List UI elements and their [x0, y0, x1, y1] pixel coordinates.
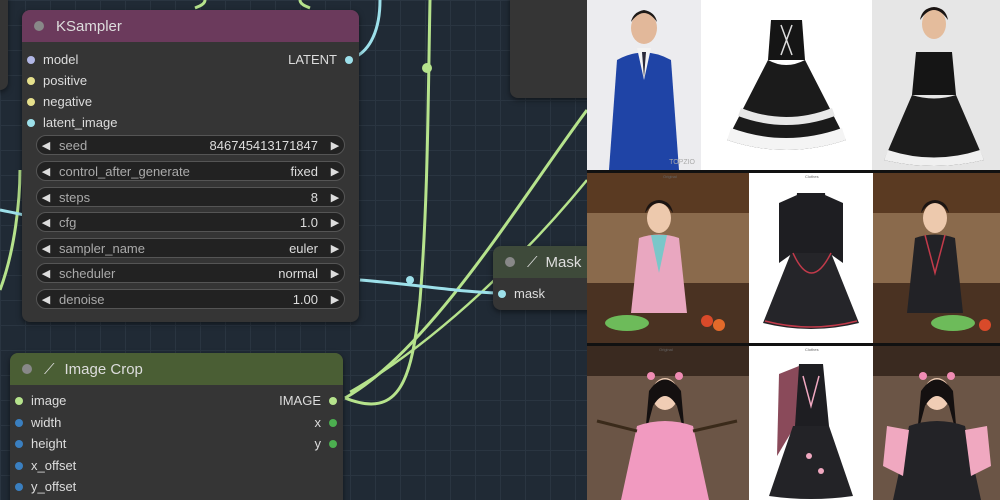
photo-lolita-dress [701, 0, 872, 170]
partial-node-left[interactable] [0, 0, 8, 90]
photo-woman-lolita-dress [872, 0, 1000, 170]
increment-arrow-icon[interactable]: ▶ [326, 165, 344, 178]
photo-black-red-dress: Clothes [749, 173, 873, 343]
widget-cfg[interactable]: ◀ cfg 1.0 ▶ [36, 212, 345, 232]
photo-kitchen-kimono-original: Original [587, 173, 749, 343]
result-gallery: TOPZIO Original Clothes Original Clothes [587, 0, 1000, 500]
input-negative[interactable]: negative [27, 94, 92, 109]
ksampler-node[interactable]: KSampler model positive negative latent_… [22, 10, 359, 322]
input-height[interactable]: height [15, 436, 66, 451]
caption-clothes: Clothes [805, 174, 819, 179]
image-crop-node[interactable]: ⟋ Image Crop image width height x_offset… [10, 353, 343, 500]
photo-kimono-girl-original: Original [587, 346, 749, 500]
wire [194, 0, 207, 10]
wire [0, 208, 25, 217]
image-crop-header[interactable]: ⟋ Image Crop [10, 353, 343, 385]
mask-title: Mask [545, 253, 582, 271]
reroute-point [406, 276, 414, 284]
input-image[interactable]: image [15, 393, 66, 408]
node-canvas[interactable]: KSampler model positive negative latent_… [0, 0, 587, 500]
increment-arrow-icon[interactable]: ▶ [326, 293, 344, 306]
widget-sampler-name[interactable]: ◀ sampler_name euler ▶ [36, 238, 345, 258]
widget-seed[interactable]: ◀ seed 846745413171847 ▶ [36, 135, 345, 155]
wand-icon: ⟋ [527, 253, 538, 271]
input-y-offset[interactable]: y_offset [15, 479, 76, 494]
photo-kitchen-result [873, 173, 1000, 343]
decrement-arrow-icon[interactable]: ◀ [37, 216, 55, 229]
output-image[interactable]: IMAGE [279, 393, 337, 408]
decrement-arrow-icon[interactable]: ◀ [37, 293, 55, 306]
widget-control-after-generate[interactable]: ◀ control_after_generate fixed ▶ [36, 161, 345, 181]
caption-original: Original [659, 347, 673, 352]
increment-arrow-icon[interactable]: ▶ [326, 242, 344, 255]
decrement-arrow-icon[interactable]: ◀ [37, 267, 55, 280]
ksampler-title: KSampler [56, 17, 122, 35]
mask-header[interactable]: ⟋ Mask [493, 246, 587, 278]
increment-arrow-icon[interactable]: ▶ [326, 216, 344, 229]
wand-icon: ⟋ [44, 360, 55, 378]
output-y[interactable]: y [315, 436, 337, 451]
image-crop-title: Image Crop [64, 360, 143, 378]
decrement-arrow-icon[interactable]: ◀ [37, 165, 55, 178]
watermark-text: TOPZIO [669, 159, 695, 166]
photo-kimono-girl-result [873, 346, 1000, 500]
increment-arrow-icon[interactable]: ▶ [326, 191, 344, 204]
input-mask[interactable]: mask [498, 286, 545, 301]
input-latent-image[interactable]: latent_image [27, 115, 117, 130]
photo-black-pink-kimono-dress: Clothes [749, 346, 873, 500]
wire [359, 278, 499, 295]
decrement-arrow-icon[interactable]: ◀ [37, 191, 55, 204]
increment-arrow-icon[interactable]: ▶ [326, 267, 344, 280]
widget-denoise[interactable]: ◀ denoise 1.00 ▶ [36, 289, 345, 309]
wire [298, 0, 311, 10]
input-x-offset[interactable]: x_offset [15, 458, 76, 473]
partial-node-right[interactable] [510, 0, 587, 98]
ksampler-header[interactable]: KSampler [22, 10, 359, 42]
decrement-arrow-icon[interactable]: ◀ [37, 139, 55, 152]
input-model[interactable]: model [27, 52, 78, 67]
decrement-arrow-icon[interactable]: ◀ [37, 242, 55, 255]
caption-original: Original [663, 174, 677, 179]
widget-steps[interactable]: ◀ steps 8 ▶ [36, 187, 345, 207]
output-latent[interactable]: LATENT [288, 52, 353, 67]
collapse-dot-icon[interactable] [505, 257, 515, 267]
reroute-point [422, 63, 432, 73]
collapse-dot-icon[interactable] [22, 364, 32, 374]
photo-man-blue-suit: TOPZIO [587, 0, 701, 170]
output-x[interactable]: x [315, 415, 337, 430]
collapse-dot-icon[interactable] [34, 21, 44, 31]
input-positive[interactable]: positive [27, 73, 87, 88]
increment-arrow-icon[interactable]: ▶ [326, 139, 344, 152]
mask-node[interactable]: ⟋ Mask mask [493, 246, 587, 310]
widget-scheduler[interactable]: ◀ scheduler normal ▶ [36, 263, 345, 283]
caption-clothes: Clothes [805, 347, 819, 352]
input-width[interactable]: width [15, 415, 61, 430]
wire [0, 169, 22, 291]
